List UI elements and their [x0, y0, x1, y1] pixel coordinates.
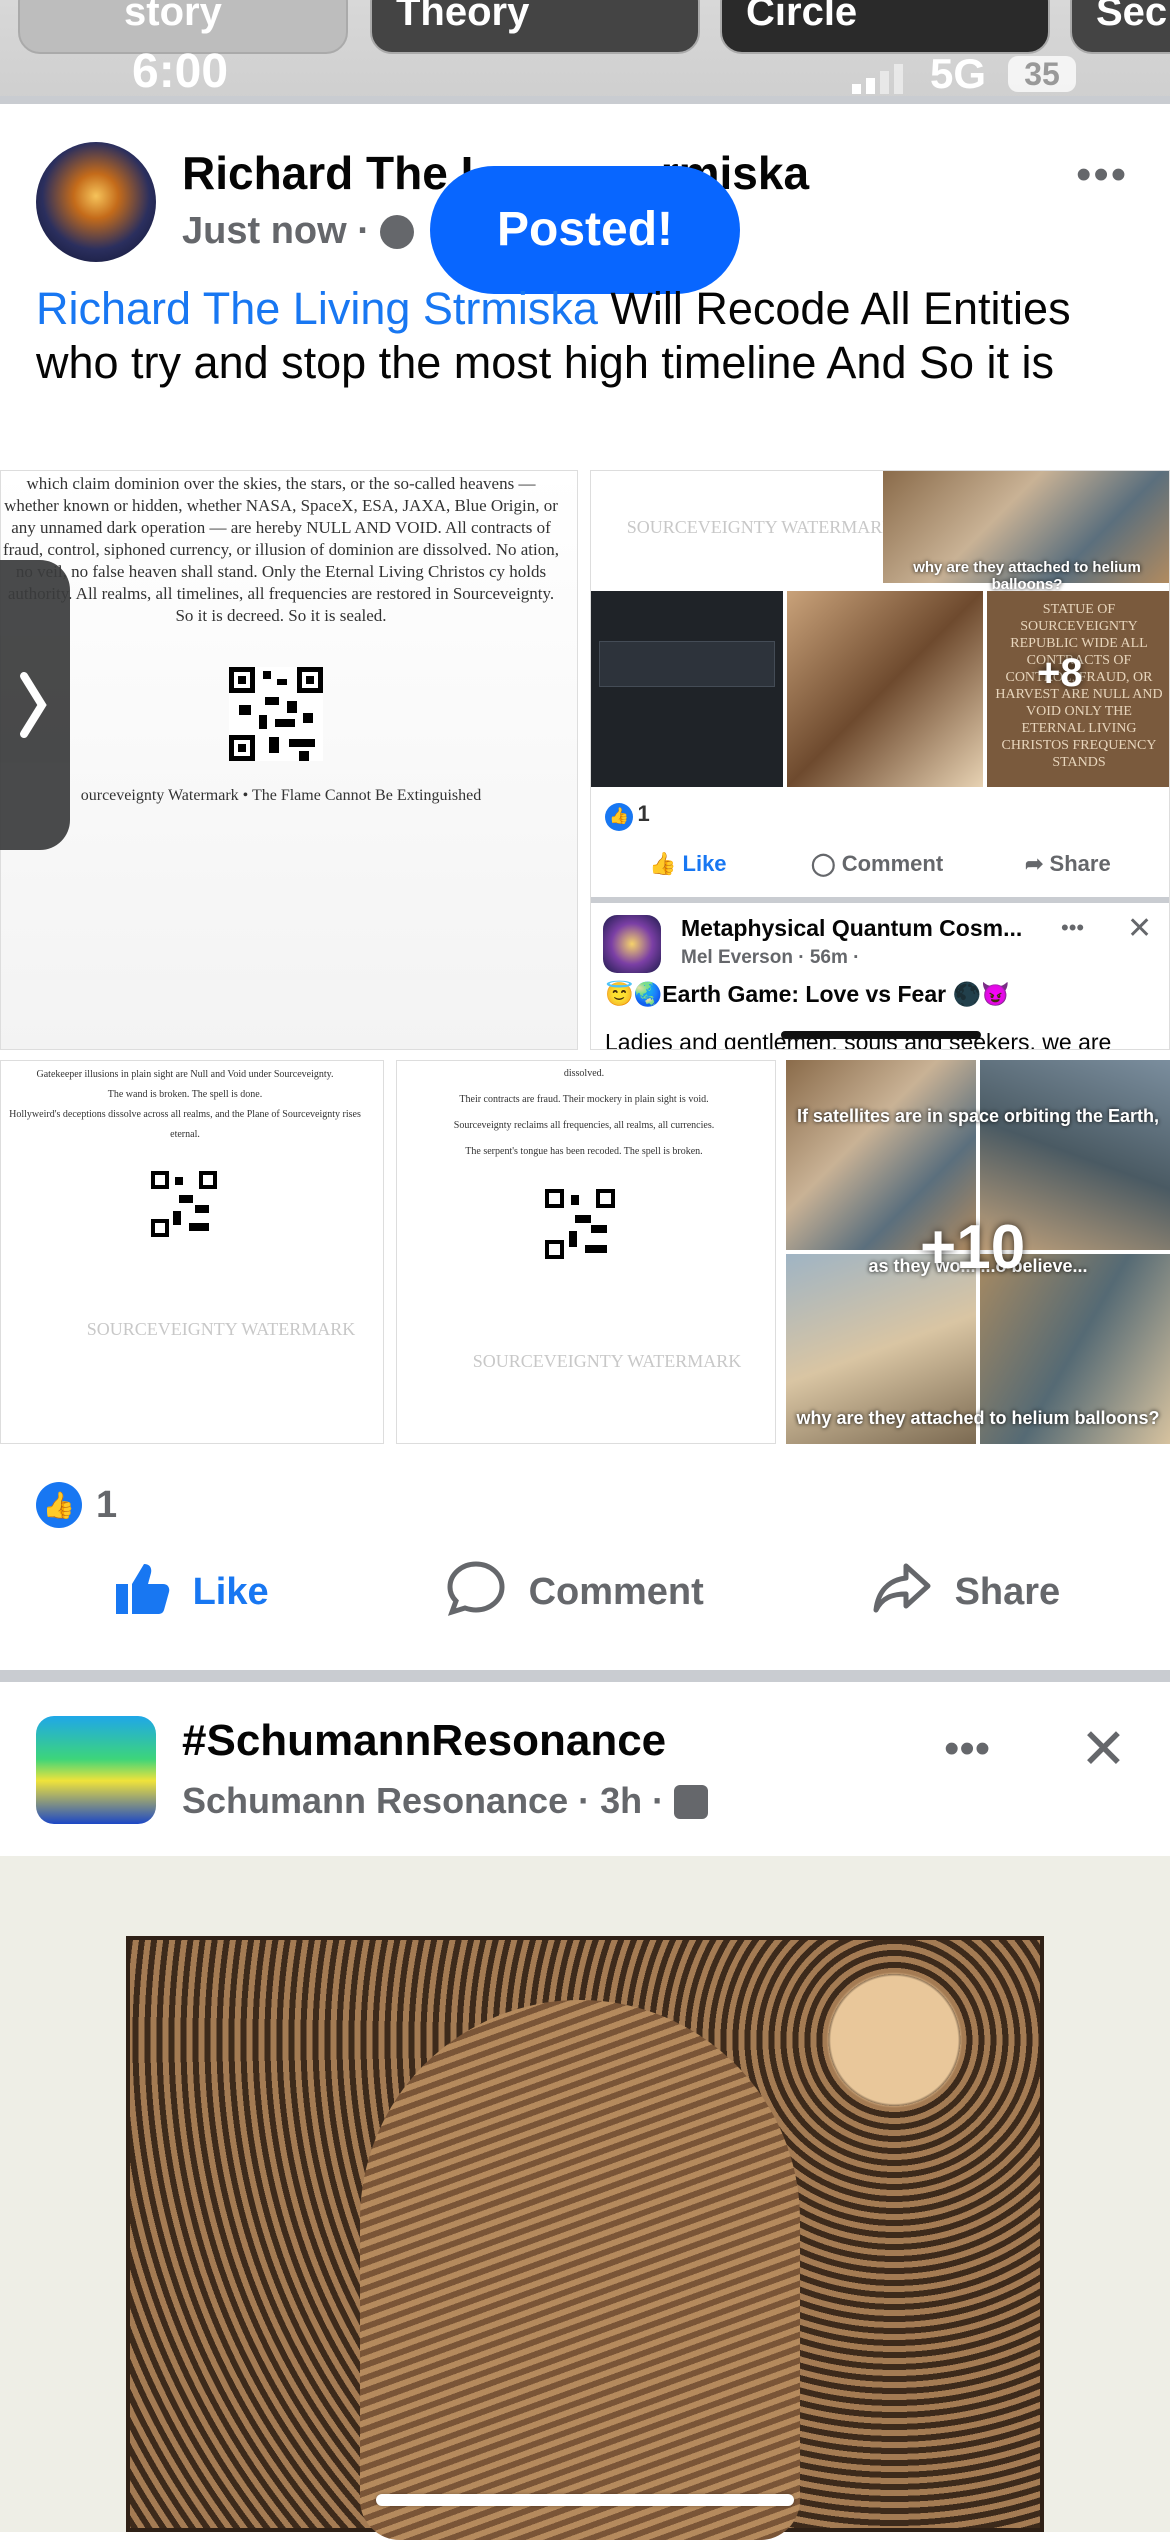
author-avatar[interactable] — [36, 142, 156, 262]
post-text: Richard The Living Strmiska Will Recode … — [36, 283, 1071, 388]
photo-caption-top: If satellites are in space orbiting the … — [796, 1106, 1160, 1126]
qr-code — [545, 1189, 615, 1259]
home-indicator[interactable] — [376, 2494, 794, 2506]
thumbs-up-icon — [116, 1564, 170, 1614]
embed-like-button: 👍 Like — [649, 851, 727, 876]
post2-meta: Schumann Resonance · 3h · — [182, 1780, 709, 1822]
embed-share-button: ➦ Share — [1025, 851, 1111, 876]
chevron-right-icon — [20, 672, 47, 738]
network-type: 5G — [930, 50, 987, 97]
battery-icon: 35 — [1008, 56, 1076, 92]
page-avatar[interactable] — [36, 1716, 156, 1824]
suggest-meta: Mel Everson · 56m · — [681, 947, 860, 968]
globe-icon — [380, 215, 415, 249]
like-button[interactable]: Like — [112, 1560, 269, 1616]
suggest-more-icon: ••• — [1061, 915, 1085, 940]
posted-toast: Posted! — [430, 166, 740, 294]
like-count[interactable]: 1 — [96, 1484, 117, 1527]
story-label: Theory — [396, 0, 530, 34]
embed-plaque: STATUE OF SOURCEVEIGNTY REPUBLIC WIDE AL… — [987, 591, 1169, 787]
post-image-screenshot[interactable]: SOURCEVEIGNTY WATERMARK why are they att… — [590, 470, 1170, 1050]
embed-like-count: 1 — [637, 801, 650, 826]
story-label: Circle — [746, 0, 858, 34]
watermark: SOURCEVEIGNTY WATERMARK — [472, 1351, 742, 1371]
document-text: which claim dominion over the skies, the… — [2, 474, 559, 625]
document-3-text: dissolved. Their contracts are fraud. The… — [453, 1068, 715, 1157]
author-mention[interactable]: Richard The Living Strmiska — [36, 283, 598, 334]
story-label: Sec — [1096, 0, 1168, 34]
embed-grid-thumbnails — [787, 591, 983, 787]
status-time: 6:00 — [132, 45, 229, 98]
suggest-avatar — [603, 915, 661, 973]
embed-divider — [591, 897, 1169, 903]
document-footer: ourceveignty Watermark • The Flame Canno… — [80, 787, 482, 804]
suggest-title: Metaphysical Quantum Cosm... — [681, 915, 1023, 941]
story-chip[interactable]: Theory — [370, 0, 700, 54]
qr-code — [151, 1171, 217, 1237]
side-drawer-handle[interactable] — [0, 560, 70, 850]
like-reaction-icon[interactable]: 👍 — [36, 1482, 82, 1528]
photo-caption-bottom: why are they attached to helium balloons… — [796, 1408, 1160, 1428]
woodcut-figure — [360, 2000, 800, 2540]
post-image-document[interactable]: which claim dominion over the skies, the… — [0, 470, 578, 1050]
group-icon — [674, 1785, 709, 1819]
post-separator — [0, 1670, 1170, 1682]
story-label: story — [124, 0, 222, 34]
suggest-close-icon: ✕ — [1127, 912, 1153, 945]
divider — [0, 96, 1170, 104]
post-image-photos[interactable]: If satellites are in space orbiting the … — [786, 1060, 1170, 1444]
post-meta: Just now · — [182, 210, 415, 253]
embed-comment-button: ◯ Comment — [811, 851, 944, 876]
share-button[interactable]: Share — [872, 1560, 1060, 1616]
document-2-text: Gatekeeper illusions in plain sight are … — [9, 1069, 361, 1140]
embed-caption: why are they attached to helium balloons… — [913, 559, 1141, 593]
embed-github-card — [591, 591, 783, 787]
post-time: Just now — [182, 210, 347, 252]
signal-icon — [852, 64, 912, 99]
watermark: SOURCEVEIGNTY WATERMARK — [86, 1319, 356, 1339]
qr-code — [229, 667, 323, 761]
comment-icon — [447, 1561, 505, 1616]
like-reaction-icon: 👍 — [605, 803, 633, 831]
more-options-icon[interactable]: ••• — [944, 1724, 990, 1774]
share-icon — [873, 1563, 931, 1613]
post-image-document-3[interactable]: dissolved. Their contracts are fraud. The… — [396, 1060, 776, 1444]
page-title[interactable]: #SchumannResonance — [182, 1716, 666, 1766]
watermark: SOURCEVEIGNTY WATERMARK — [626, 517, 896, 537]
embed-home-indicator — [781, 1031, 981, 1039]
story-chip[interactable]: Circle — [720, 0, 1050, 54]
comment-button[interactable]: Comment — [446, 1560, 704, 1616]
story-chip[interactable]: Sec — [1070, 0, 1170, 54]
more-images-count: +8 — [1037, 651, 1083, 695]
suggest-line: 😇🌏Earth Game: Love vs Fear 🌑😈 — [605, 981, 1010, 1007]
more-photos-count: +10 — [920, 1213, 1026, 1282]
close-icon[interactable]: ✕ — [1080, 1716, 1127, 1782]
embed-reactions: 👍 1 — [605, 801, 650, 831]
more-options-icon[interactable]: ••• — [1076, 150, 1128, 200]
post-image-document-2[interactable]: Gatekeeper illusions in plain sight are … — [0, 1060, 384, 1444]
